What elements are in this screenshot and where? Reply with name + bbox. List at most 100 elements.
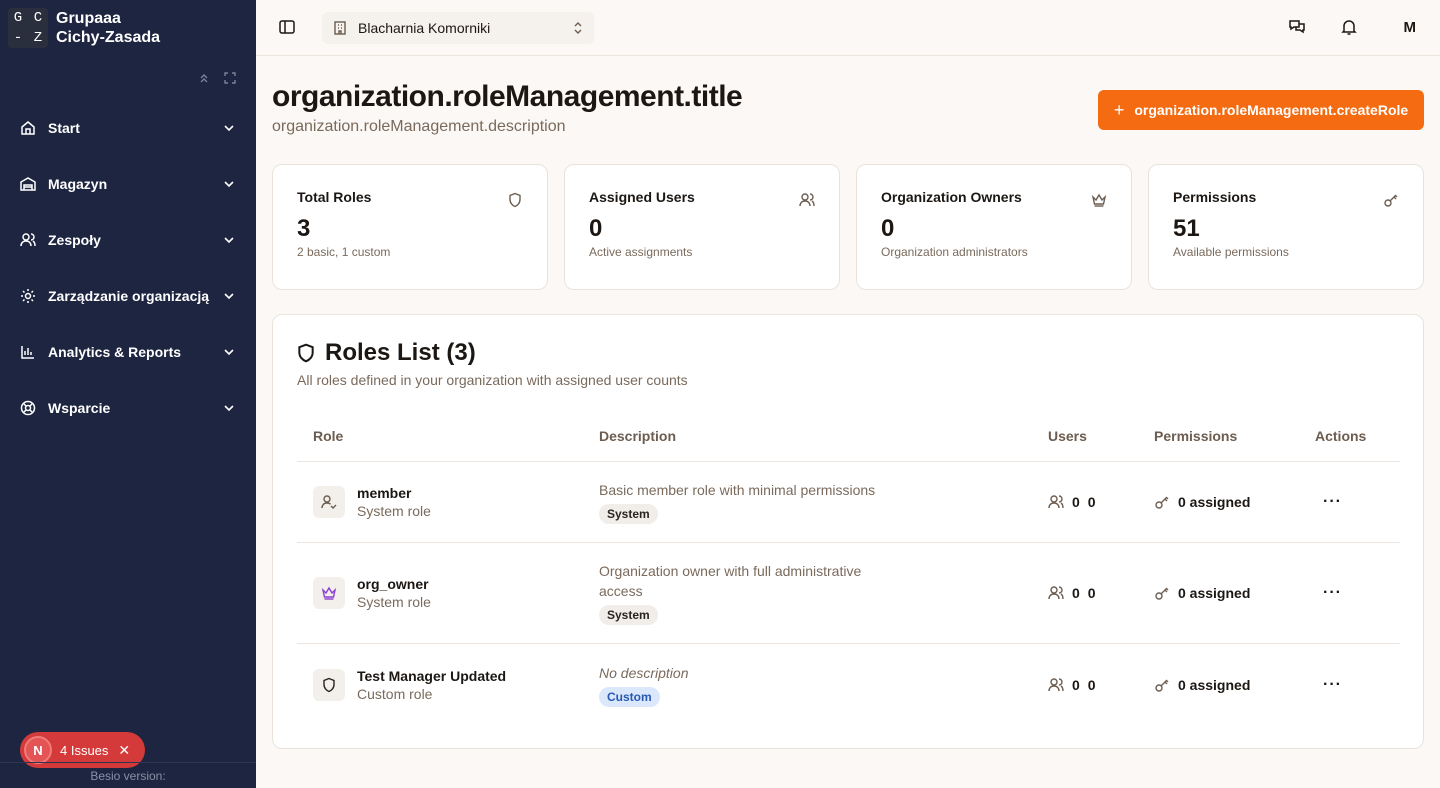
chart-icon: [20, 344, 36, 360]
topbar: Blacharnia Komorniki M: [256, 0, 1440, 56]
sidebar-item-wsparcie[interactable]: Wsparcie: [8, 384, 248, 432]
users-icon: [20, 232, 36, 248]
page-description: organization.roleManagement.description: [272, 118, 566, 135]
role-badge: System: [599, 605, 658, 625]
stat-value: 0: [881, 215, 895, 242]
avatar[interactable]: M: [1404, 19, 1417, 36]
users-icon: [1048, 495, 1064, 509]
page-title: organization.roleManagement.title: [272, 80, 743, 113]
role-description: Basic member role with minimal permissio…: [599, 482, 876, 498]
stat-card-assigned-users: Assigned Users 0 Active assignments: [564, 164, 840, 290]
stat-card-total-roles: Total Roles 3 2 basic, 1 custom: [272, 164, 548, 290]
sidebar-item-label: Analytics & Reports: [48, 344, 182, 360]
key-icon: [1155, 679, 1169, 692]
home-icon: [20, 120, 36, 136]
create-role-button[interactable]: + organization.roleManagement.createRole: [1098, 90, 1424, 130]
stat-value: 51: [1173, 215, 1200, 242]
chevron-down-icon: [222, 177, 236, 191]
table-row: org_owner System role Organization owner…: [297, 543, 1400, 644]
role-name: Test Manager Updated: [357, 667, 507, 684]
stat-value: 0: [589, 215, 603, 242]
sidebar-item-label: Wsparcie: [48, 400, 111, 416]
stat-subtitle: 2 basic, 1 custom: [297, 245, 391, 259]
more-actions-button[interactable]: ···: [1315, 493, 1342, 510]
sidebar-item-zespoly[interactable]: Zespoły: [8, 216, 248, 264]
sidebar-item-label: Magazyn: [48, 176, 108, 192]
more-actions-button[interactable]: ···: [1315, 676, 1342, 693]
stat-subtitle: Organization administrators: [881, 245, 1028, 259]
role-name: member: [357, 485, 412, 501]
collapse-icon[interactable]: [198, 72, 210, 84]
shield-icon: [313, 668, 345, 701]
brand-logo: G C - Z: [8, 8, 48, 48]
users-icon: [799, 193, 815, 207]
role-type: System role: [357, 503, 431, 519]
chevron-down-icon: [222, 121, 236, 135]
column-header-users: Users: [1048, 428, 1087, 444]
expand-icon[interactable]: [224, 72, 236, 84]
sidebar-nav: Start Magazyn Zespoły Zarządzanie organi…: [8, 104, 248, 440]
key-icon: [1384, 194, 1398, 207]
sidebar-item-start[interactable]: Start: [8, 104, 248, 152]
stat-subtitle: Active assignments: [589, 245, 693, 259]
brand-name: Grupaaa Cichy-Zasada: [56, 10, 161, 46]
column-header-description: Description: [599, 428, 677, 444]
table-row: member System role Basic member role wit…: [297, 462, 1400, 543]
bell-icon[interactable]: [1340, 18, 1358, 36]
create-role-label: organization.roleManagement.createRole: [1134, 102, 1409, 118]
warehouse-icon: [20, 176, 36, 192]
table-row: Test Manager Updated Custom role No desc…: [297, 644, 1400, 725]
stat-title: Permissions: [1173, 189, 1257, 205]
stat-value: 3: [297, 215, 311, 242]
stat-title: Assigned Users: [589, 189, 695, 205]
sidebar-item-magazyn[interactable]: Magazyn: [8, 160, 248, 208]
sidebar-item-label: Start: [48, 120, 80, 136]
permissions-count: 0 assigned: [1138, 585, 1299, 601]
sidebar-item-analytics[interactable]: Analytics & Reports: [8, 328, 248, 376]
stat-card-organization-owners: Organization Owners 0 Organization admin…: [856, 164, 1132, 290]
shield-icon: [509, 192, 521, 208]
chevron-down-icon: [222, 233, 236, 247]
column-header-permissions: Permissions: [1154, 428, 1238, 444]
crown-icon: [313, 577, 345, 609]
more-actions-button[interactable]: ···: [1315, 584, 1342, 601]
sidebar-toggle-icon[interactable]: [278, 18, 296, 36]
role-description: No description: [599, 664, 689, 681]
users-count: 0 0: [1032, 494, 1138, 510]
stat-subtitle: Available permissions: [1173, 245, 1289, 259]
role-badge: Custom: [599, 686, 660, 707]
building-icon: [334, 21, 346, 35]
sidebar: G C - Z Grupaaa Cichy-Zasada Start Magaz…: [0, 0, 256, 788]
users-icon: [1048, 586, 1064, 600]
stat-title: Total Roles: [297, 189, 372, 205]
chat-icon[interactable]: [1288, 18, 1306, 36]
plus-icon: +: [1113, 99, 1125, 120]
key-icon: [1155, 496, 1169, 509]
roles-panel-title: Roles List (3): [297, 339, 476, 367]
column-header-role: Role: [313, 428, 344, 444]
sidebar-tools: [198, 72, 236, 84]
stats-cards: Total Roles 3 2 basic, 1 custom Assigned…: [272, 164, 1424, 290]
topbar-actions: M: [1288, 18, 1417, 36]
sidebar-item-label: Zespoły: [48, 232, 101, 248]
roles-panel-description: All roles defined in your organization w…: [297, 372, 688, 388]
sidebar-item-label: Zarządzanie organizacją: [48, 288, 210, 304]
issues-badge: N: [24, 736, 52, 764]
sidebar-item-organization[interactable]: Zarządzanie organizacją: [8, 272, 248, 320]
organization-select[interactable]: Blacharnia Komorniki: [322, 12, 594, 44]
organization-name: Blacharnia Komorniki: [358, 20, 491, 36]
close-icon[interactable]: ✕: [118, 742, 130, 759]
crown-icon: [1091, 193, 1107, 207]
issues-label: 4 Issues: [60, 742, 109, 758]
users-icon: [1048, 677, 1064, 691]
brand[interactable]: G C - Z Grupaaa Cichy-Zasada: [0, 0, 256, 56]
stat-title: Organization Owners: [881, 189, 1022, 205]
gear-icon: [20, 288, 36, 304]
users-count: 0 0: [1032, 585, 1138, 601]
role-type: System role: [357, 594, 431, 610]
key-icon: [1155, 587, 1169, 600]
roles-table: Role Description Users Permissions Actio…: [297, 411, 1400, 725]
users-count: 0 0: [1032, 677, 1138, 693]
shield-icon: [298, 343, 314, 363]
lifebuoy-icon: [20, 400, 36, 416]
